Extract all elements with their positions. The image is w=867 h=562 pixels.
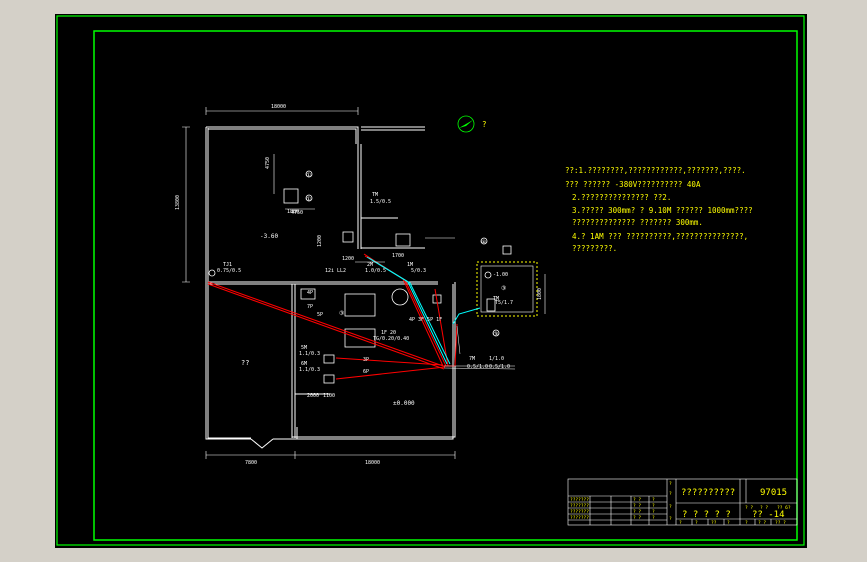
title-block-subtitle: ? ? ? ? ? xyxy=(682,510,731,520)
tb-bottom-0: ? xyxy=(679,520,682,526)
level-lower: ±0.000 xyxy=(393,400,415,407)
tb-r0-c0: ??????? xyxy=(570,497,589,503)
inner-frame xyxy=(93,30,798,541)
tb-r2-c2: ? ? xyxy=(633,509,641,515)
dim-bottom-right: 18000 xyxy=(365,460,380,466)
tag-side-a: 7M xyxy=(469,356,475,362)
tag-side-b: 1/1.0 xyxy=(489,356,504,362)
dim-aux-g: 1100 xyxy=(323,393,335,399)
cad-drawing: ? 18000 13800 4750 4750 7800 18000 1800 … xyxy=(56,15,805,546)
circle-label-1: ① xyxy=(306,172,311,179)
circle-label-4: ④ xyxy=(481,239,486,246)
tb-left-col-1: ? xyxy=(669,491,672,497)
plan-labels: 18000 13800 4750 4750 7800 18000 1800 12… xyxy=(175,104,543,466)
tb-r3-c0: ??????? xyxy=(570,515,589,521)
dim-aux-e: 1800 xyxy=(537,288,543,300)
north-arrow-label: ? xyxy=(482,120,487,129)
note-line-3: 2.??????????????? ??2. xyxy=(572,193,671,202)
drawing-canvas[interactable]: ? 18000 13800 4750 4750 7800 18000 1800 … xyxy=(55,14,807,548)
room-unknown-label: ?? xyxy=(241,359,249,367)
tag-side-d: 0.5/1.0 xyxy=(489,364,510,370)
tb-r3-c3: ? xyxy=(652,515,655,521)
tb-left-col-3: ? xyxy=(669,516,672,522)
tb-r0-c2: ? ? xyxy=(633,497,641,503)
outer-frame xyxy=(56,15,805,546)
tb-footer-0: ? ? xyxy=(745,505,753,511)
circle-label-1b: ① xyxy=(306,196,311,203)
tb-r1-c3: ? xyxy=(652,503,655,509)
level-upper: -3.60 xyxy=(260,233,278,240)
note-line-1: ??:1.????????,????????????,???????,????. xyxy=(565,166,746,175)
building-walls xyxy=(205,126,538,449)
tag-3p: 3P xyxy=(363,357,369,363)
dim-top-width: 18000 xyxy=(271,104,286,110)
tb-r2-c3: ? xyxy=(652,509,655,515)
tb-left-col-0: ? xyxy=(669,481,672,487)
tb-r2-c0: ??????? xyxy=(570,509,589,515)
tb-r3-c2: ? ? xyxy=(633,515,641,521)
tag-1m-val: 5/0.3 xyxy=(411,268,426,274)
dimension-lines xyxy=(182,107,546,459)
notes-block: ??:1.????????,????????????,???????,????.… xyxy=(565,166,753,253)
tag-7p: 7P xyxy=(307,304,313,310)
dim-aux-b: 1200 xyxy=(317,235,323,247)
dim-aux-a: 1800 xyxy=(287,209,299,215)
tb-r1-c2: ? ? xyxy=(633,503,641,509)
note-line-5: ?????????????? ??????? 300mm. xyxy=(572,218,703,227)
tb-bottom-5: ? ? xyxy=(758,520,766,526)
note-line-2: ??? ?????? -380V?????????? 40A xyxy=(565,180,701,189)
dim-aux-f: 2000 xyxy=(307,393,319,399)
cad-viewport[interactable]: ? 18000 13800 4750 4750 7800 18000 1800 … xyxy=(0,0,867,562)
tag-tj1-b: 0.75/0.5 xyxy=(217,268,241,274)
tag-4p3f: 4P 3F 5P 1F xyxy=(409,317,442,323)
title-block-title: ?????????? xyxy=(681,488,735,498)
circle-label-3b: ③ xyxy=(501,285,506,292)
tag-2m-val: 1.0/0.5 xyxy=(365,268,386,274)
level-pit: -1.00 xyxy=(493,272,508,278)
tag-5p: 5P xyxy=(317,312,323,318)
tag-tg: TG/0.20/0.40 xyxy=(373,336,409,342)
tag-pit-b: T5/1.7 xyxy=(495,300,513,306)
tag-side-c: 0.5/1.0 xyxy=(467,364,488,370)
title-block-drawing-no: 97015 xyxy=(760,488,787,498)
tb-bottom-6: ?? ? xyxy=(775,520,786,526)
note-line-6: 4.? 1AM ??? ??????????,???????????????, xyxy=(572,232,748,241)
tag-12i: 12i LL2 xyxy=(325,268,346,274)
dim-left-height: 13800 xyxy=(175,195,181,210)
circle-label-3: ③ xyxy=(339,310,344,317)
circle-label-3c: ③ xyxy=(493,331,498,338)
north-arrow-icon xyxy=(457,115,475,133)
dim-aux-d: 1200 xyxy=(342,256,354,262)
note-line-4: 3.????? 300mm? ? 9.10M ?????? 1000mm???? xyxy=(572,206,753,215)
tb-bottom-2: ?? xyxy=(711,520,717,526)
tb-bottom-3: ? xyxy=(727,520,730,526)
note-line-7: ?????????. xyxy=(572,244,617,253)
title-block: ?????????? 97015 ? ? ? ? ? ?? -14 ? ? ? … xyxy=(567,478,798,526)
tag-tm: TM xyxy=(372,192,378,198)
dim-bottom-left: 7800 xyxy=(245,460,257,466)
dim-inner-h1: 4750 xyxy=(265,157,271,169)
tb-r1-c0: ??????? xyxy=(570,503,589,509)
tag-4p: 4P xyxy=(307,290,313,296)
tb-r0-c3: ? xyxy=(652,497,655,503)
tag-6p: 6P xyxy=(363,369,369,375)
tb-footer-2: ?? 6? xyxy=(777,505,791,511)
tag-6m-val: 1.1/0.3 xyxy=(299,367,320,373)
tag-tm-val: 1.5/0.5 xyxy=(370,199,391,205)
tag-5m-val: 1.1/0.3 xyxy=(299,351,320,357)
tb-left-col-2: ? xyxy=(669,504,672,510)
tb-footer-1: ? ? xyxy=(760,505,768,511)
tb-bottom-1: ? xyxy=(695,520,698,526)
dim-aux-c: 1700 xyxy=(392,253,404,259)
title-block-sheet: ?? -14 xyxy=(752,510,785,520)
tb-bottom-4: ? xyxy=(745,520,748,526)
